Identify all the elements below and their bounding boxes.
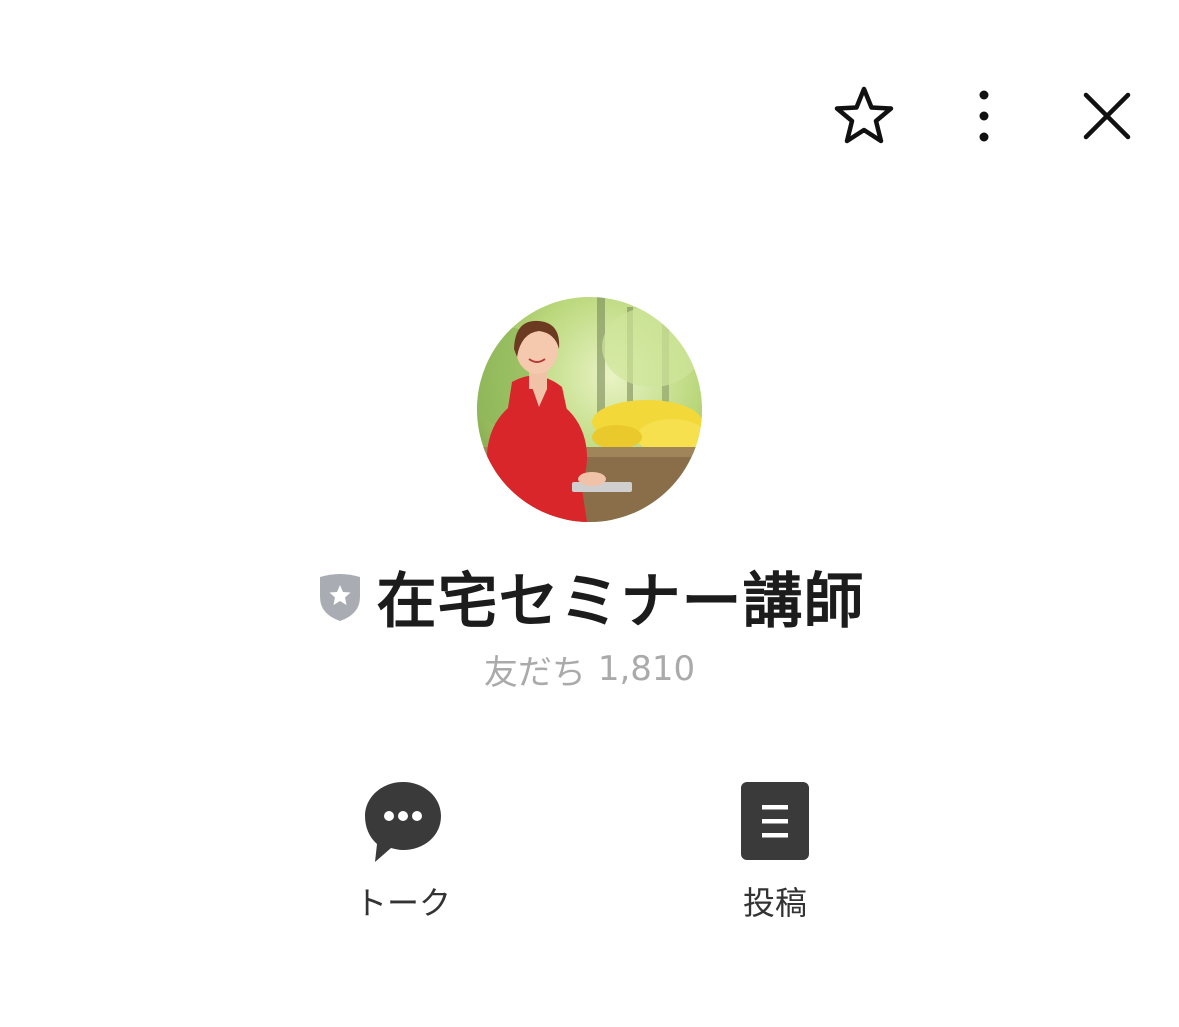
close-button[interactable] (1072, 78, 1142, 154)
close-x-icon (1083, 92, 1131, 140)
profile-photo (477, 297, 702, 522)
post-label: 投稿 (742, 884, 807, 922)
talk-label: トーク (354, 884, 451, 922)
friends-label: 友だち (483, 652, 586, 693)
friends-count: 1,810 (597, 649, 696, 689)
star-outline-icon (834, 86, 894, 144)
post-button[interactable]: 投稿 (675, 776, 875, 926)
talk-button[interactable]: トーク (303, 776, 503, 926)
post-document-icon (730, 776, 820, 866)
profile-name-row: 在宅セミナー講師 (0, 556, 1179, 637)
friends-count-row: 友だち 1,810 (0, 645, 1179, 693)
top-bar (0, 70, 1179, 160)
more-options-button[interactable] (954, 78, 1014, 154)
favorite-button[interactable] (826, 78, 902, 154)
vertical-dots-icon (979, 90, 989, 142)
profile-avatar[interactable] (477, 297, 702, 522)
chat-bubble-icon (358, 776, 448, 866)
profile-name: 在宅セミナー講師 (376, 566, 865, 637)
verified-shield-star-icon (315, 567, 365, 625)
